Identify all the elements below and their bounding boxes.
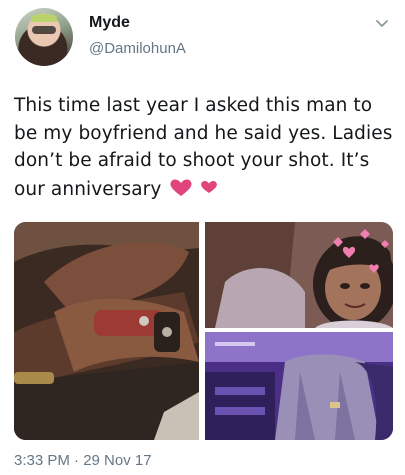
photo-3-illustration [205, 332, 393, 440]
avatar[interactable] [15, 8, 73, 66]
tweet-header: Myde @DamilohunA [0, 0, 405, 80]
chevron-down-icon[interactable] [374, 15, 390, 31]
tweet-text: This time last year I asked this man to … [14, 92, 394, 203]
photo-purple-event-couple[interactable] [205, 332, 393, 440]
tweet-media-grid[interactable] [14, 222, 393, 440]
photo-2-illustration [205, 222, 393, 328]
tweet-timestamp[interactable]: 3:33 PM · 29 Nov 17 [14, 452, 152, 469]
photo-hands-with-watch[interactable] [14, 222, 199, 440]
display-name[interactable]: Myde [89, 14, 130, 32]
avatar-flower-crown [31, 14, 57, 22]
two-hearts-icon [170, 178, 218, 196]
avatar-sunglasses [32, 26, 56, 34]
user-handle[interactable]: @DamilohunA [89, 40, 186, 57]
photo-selfie-couple-hearts-filter[interactable] [205, 222, 393, 328]
photo-1-illustration [14, 222, 199, 440]
